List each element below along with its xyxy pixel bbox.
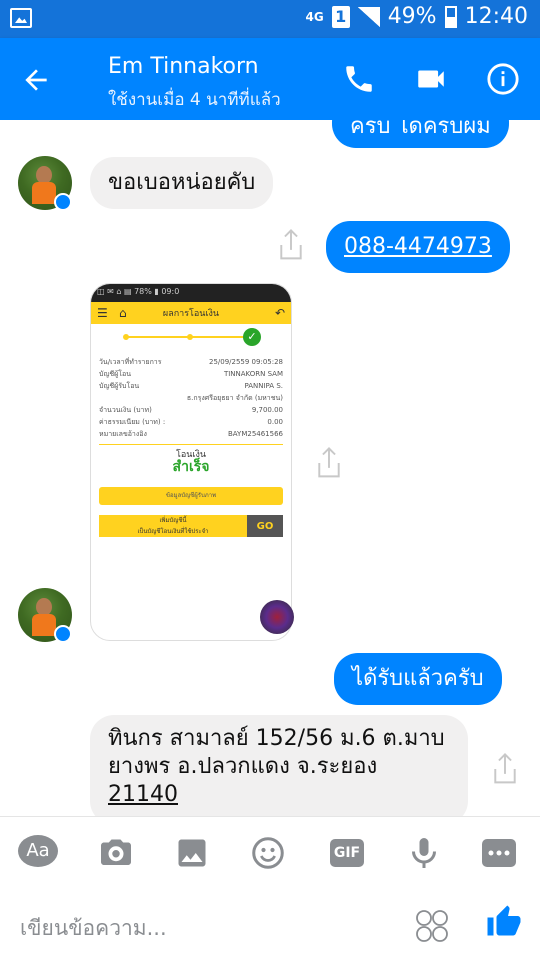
more-icon[interactable] [482,839,516,867]
status-right: 4G 1 49% 12:40 [305,4,528,29]
receipt-image[interactable]: ◫ ✉ ⌂ ▤ 78% ▮ 09:0 ☰ ⌂ ผลการโอนเงิน ↶ ✓ … [90,283,292,641]
like-thumb-icon[interactable] [486,904,522,940]
camera-icon[interactable] [96,835,136,871]
status-bar: 4G 1 49% 12:40 [0,0,540,38]
undo-icon: ↶ [274,306,285,320]
battery-icon [444,5,457,28]
receipt-title: ผลการโอนเงิน [162,309,220,319]
text-style-button[interactable]: Aa [18,835,58,867]
video-call-icon[interactable] [414,62,448,96]
sticker-icon[interactable] [414,908,450,944]
message-input[interactable]: เขียนข้อความ... [20,912,167,945]
receipt-save-button: ข้อมูลบัญชีผู้รับภาพ [99,487,283,505]
message-incoming[interactable]: ขอเบอหน่อยคับ [90,157,274,209]
seen-avatar [260,600,294,634]
emoji-icon[interactable] [248,835,288,871]
receipt-add-account: เพิ่มบัญชีนี้ เป็นบัญชีโอนเงินที่ใช้ประจำ… [99,515,283,537]
info-icon[interactable] [486,62,520,96]
composer: เขียนข้อความ... [0,890,540,960]
photo-icon[interactable] [172,835,212,871]
sim-indicator: 1 [331,5,350,28]
receipt-progress: ✓ [91,324,291,350]
active-status: ใช้งานเมื่อ 4 นาทีที่แล้ว [108,90,281,110]
menu-icon: ☰ [97,306,108,320]
gallery-icon [10,8,32,28]
composer-toolbar: Aa GIF [0,816,540,890]
gif-button[interactable]: GIF [330,839,364,867]
phone-icon[interactable] [342,62,376,96]
app-bar: Em Tinnakorn ใช้งานเมื่อ 4 นาทีที่แล้ว [0,38,540,120]
back-arrow-icon[interactable] [20,64,52,96]
battery-percent: 49% [387,4,437,29]
message-outgoing-phone[interactable]: 088-4474973 [326,221,510,273]
receipt-status-bar: ◫ ✉ ⌂ ▤ 78% ▮ 09:0 [91,284,291,302]
share-icon[interactable] [490,752,520,786]
messenger-badge-icon [54,625,72,643]
message-list[interactable]: ครับ ได้ครับผม ขอเบอหน่อยคับ 088-4474973… [0,120,540,816]
network-indicator: 4G [305,9,324,24]
message-incoming-address[interactable]: ทินกร สามาลย์ 152/56 ม.6 ต.มาบ ยางพร อ.ป… [90,715,468,816]
messenger-badge-icon [54,193,72,211]
message-outgoing-partial[interactable]: ครับ ได้ครับผม [332,120,509,148]
message-outgoing[interactable]: ได้รับแล้วครับ [334,653,502,705]
signal-icon [357,6,380,27]
receipt-header: ☰ ⌂ ผลการโอนเงิน ↶ [91,302,291,324]
check-icon: ✓ [243,328,261,346]
contact-name[interactable]: Em Tinnakorn [108,54,259,79]
home-icon: ⌂ [119,306,127,320]
clock: 12:40 [464,4,528,29]
receipt-details: วัน/เวลาที่ทำรายการ 25/09/2559 09:05:28 บ… [99,358,283,475]
share-icon[interactable] [276,228,306,262]
microphone-icon[interactable] [404,835,444,871]
share-icon[interactable] [314,446,344,480]
